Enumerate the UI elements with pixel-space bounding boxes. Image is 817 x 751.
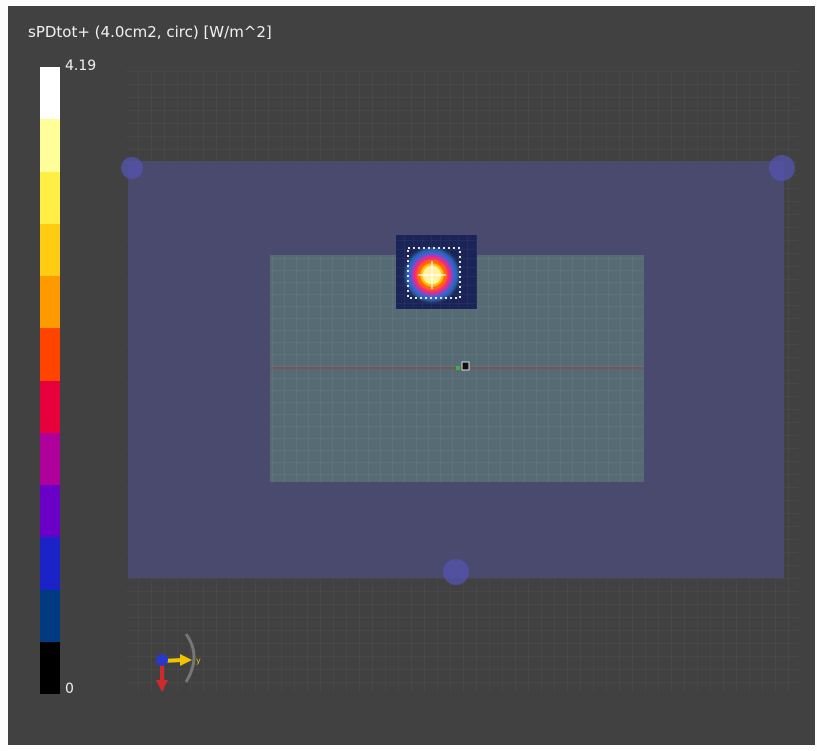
fiducial-top-right [769,155,795,181]
x-axis-ball [156,654,168,666]
simulation-scene[interactable]: y [8,6,815,745]
origin-marker [456,366,460,370]
fiducial-top-left [121,157,143,179]
fiducial-bottom [443,559,469,585]
y-axis-label: y [196,656,201,665]
origin-label-box [461,361,470,371]
3d-viewport[interactable]: sPDtot+ (4.0cm2, circ) [W/m^2] 4.19 0 y [8,6,815,745]
